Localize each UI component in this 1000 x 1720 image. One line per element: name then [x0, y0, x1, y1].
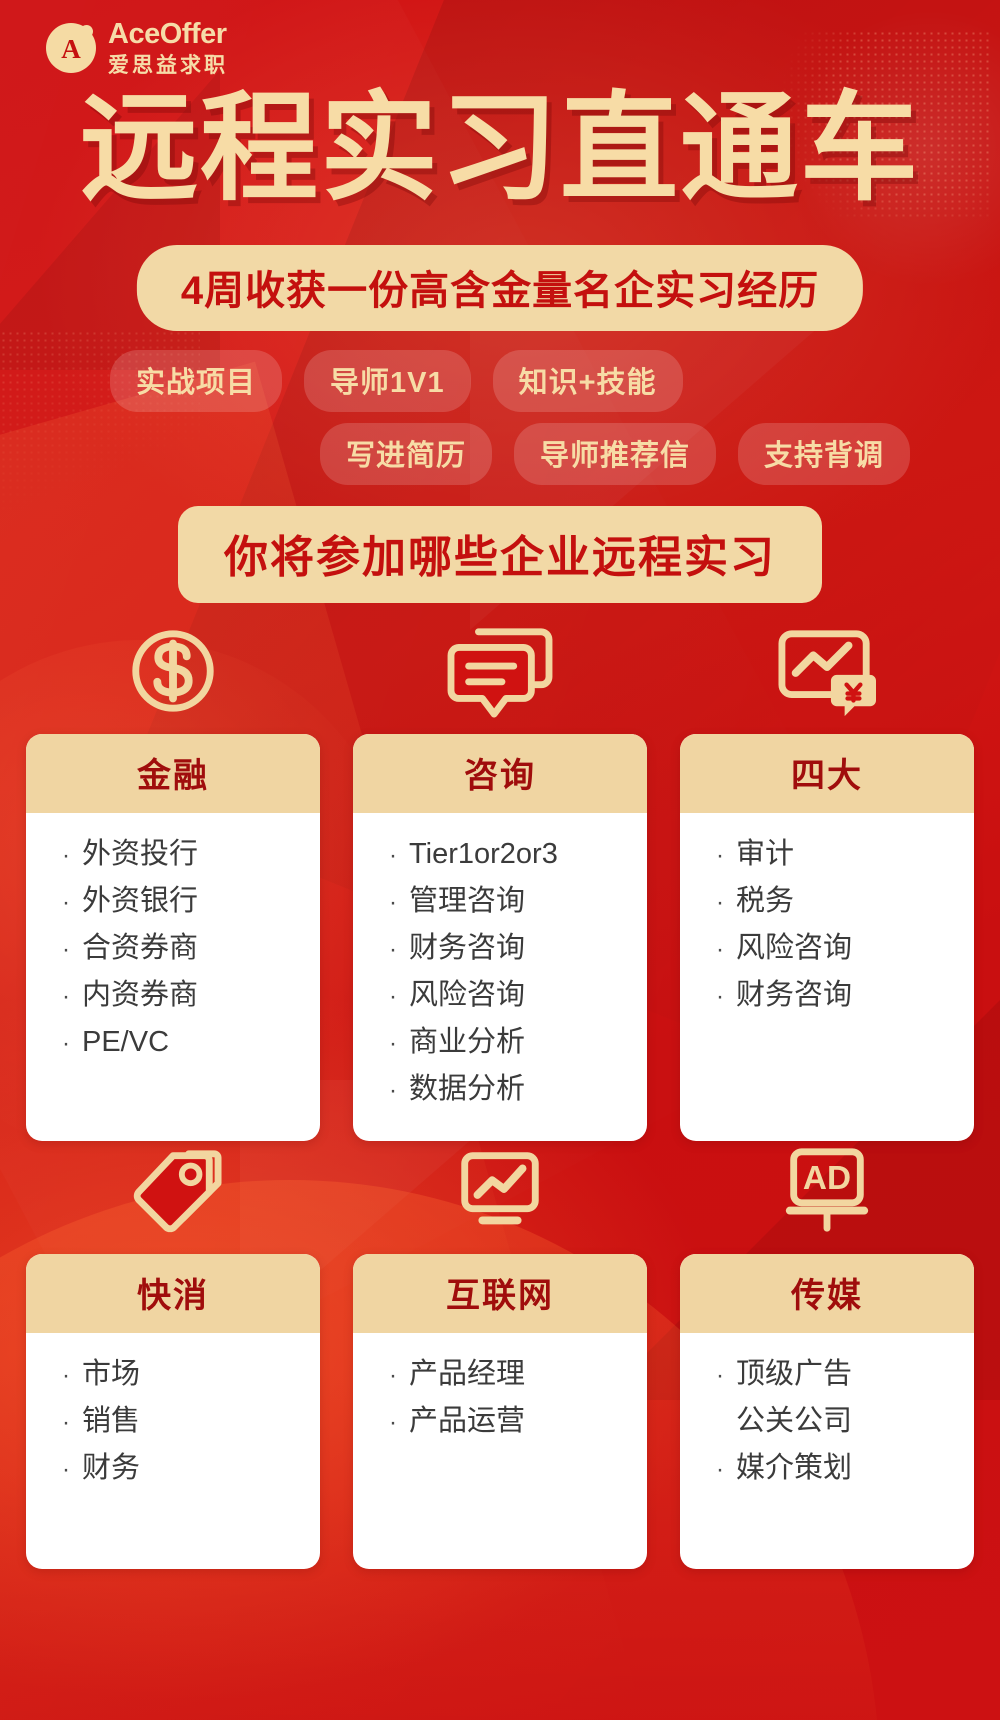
brand-name-en: AceOffer — [108, 18, 227, 50]
poster-root: A AceOffer 爱思益求职 远程实习直通车 4周收获一份高含金量名企实习经… — [0, 0, 1000, 1720]
card-title: 四大 — [680, 734, 974, 813]
card: 快消 · 市场 · 销售 · 财务 — [26, 1254, 320, 1569]
list-item-label: PE/VC — [82, 1026, 170, 1058]
list-item-label: 产品运营 — [409, 1405, 526, 1437]
list-item: · 内资券商 — [62, 979, 199, 1011]
svg-text:AD: AD — [803, 1160, 851, 1197]
list-item: · 外资银行 — [62, 885, 199, 917]
card: 金融 · 外资投行 · 外资银行 · 合资券商 · 内资券商 · PE/VC — [26, 734, 320, 1141]
list-item: · 财务咨询 — [716, 979, 853, 1011]
chart-screen-icon — [445, 1128, 555, 1240]
feature-tag: 导师推荐信 — [514, 423, 717, 485]
feature-tag-row-2: 写进简历 导师推荐信 支持背调 — [320, 423, 911, 485]
list-item-label: 管理咨询 — [409, 885, 526, 917]
list-item-label: 产品经理 — [409, 1358, 526, 1390]
list-item-label: 风险咨询 — [736, 932, 853, 964]
list-item-label: 合资券商 — [82, 932, 199, 964]
feature-tag: 支持背调 — [738, 423, 911, 485]
list-item-label: Tier1or2or3 — [409, 838, 558, 870]
list-item-label: 财务咨询 — [409, 932, 526, 964]
list-item-label: 外资银行 — [82, 885, 199, 917]
list-item: · Tier1or2or3 — [389, 838, 558, 870]
list-item: · 数据分析 — [389, 1073, 526, 1105]
list-item: · 财务 — [62, 1452, 141, 1484]
card: 咨询 · Tier1or2or3 · 管理咨询 · 财务咨询 · 风险咨询 · 商业分析 … — [353, 734, 647, 1141]
card: 传媒 ·顶级广告 ·公关公司 ·媒介策划 — [680, 1254, 974, 1569]
list-item: · 外资投行 — [62, 838, 199, 870]
list-item: · 商业分析 — [389, 1026, 526, 1058]
card: 四大 · 审计 · 税务 · 风险咨询 · 财务咨询 — [680, 734, 974, 1141]
card-title: 金融 — [26, 734, 320, 813]
brand-logo: A AceOffer 爱思益求职 — [46, 20, 228, 76]
list-item: · 产品经理 — [389, 1358, 526, 1390]
card-item-list: · Tier1or2or3 · 管理咨询 · 财务咨询 · 风险咨询 · 商业分析 · 数据… — [353, 813, 647, 1141]
industry-card-internet: 互联网 · 产品经理 · 产品运营 — [353, 1128, 647, 1569]
card-title: 互联网 — [353, 1254, 647, 1333]
dollar-coin-icon — [124, 608, 222, 720]
card-item-list: · 产品经理 · 产品运营 — [353, 1333, 647, 1569]
price-tag-icon — [118, 1128, 228, 1240]
list-item: · 管理咨询 — [389, 885, 526, 917]
card-item-list: · 市场 · 销售 · 财务 — [26, 1333, 320, 1569]
list-item: · 合资券商 — [62, 932, 199, 964]
list-item-label: 销售 — [82, 1405, 141, 1437]
list-item-label: 数据分析 — [409, 1073, 526, 1105]
brand-name-cn: 爱思益求职 — [108, 54, 228, 77]
list-item: ·公关公司 — [716, 1398, 974, 1445]
card-item-list: · 外资投行 · 外资银行 · 合资券商 · 内资券商 · PE/VC — [26, 813, 320, 1141]
card-title: 快消 — [26, 1254, 320, 1333]
list-item-label: 审计 — [736, 838, 795, 870]
list-item-label: 媒介策划 — [736, 1452, 853, 1484]
list-item: · 销售 — [62, 1405, 141, 1437]
industry-card-finance: 金融 · 外资投行 · 外资银行 · 合资券商 · 内资券商 · PE/VC — [26, 608, 320, 1141]
list-item-label: 外资投行 — [82, 838, 199, 870]
industry-card-media: AD 传媒 ·顶级广告 ·公关公司 ·媒介策划 — [680, 1128, 974, 1569]
list-item-label: 风险咨询 — [409, 979, 526, 1011]
list-item-label: 顶级广告 — [736, 1358, 853, 1390]
list-item: · 审计 — [716, 838, 795, 870]
industry-card-grid-top: 金融 · 外资投行 · 外资银行 · 合资券商 · 内资券商 · PE/VC 咨… — [26, 608, 974, 1141]
list-item-label: 市场 — [82, 1358, 141, 1390]
card-item-list: · 审计 · 税务 · 风险咨询 · 财务咨询 — [680, 813, 974, 1141]
list-item: · 财务咨询 — [389, 932, 526, 964]
list-item-label: 财务 — [82, 1452, 141, 1484]
page-title: 远程实习直通车 — [79, 83, 920, 215]
card-title: 传媒 — [680, 1254, 974, 1333]
card-item-list: ·顶级广告 ·公关公司 ·媒介策划 — [680, 1333, 974, 1569]
feature-tag: 知识+技能 — [492, 350, 683, 412]
feature-tag: 实战项目 — [110, 350, 283, 412]
list-item-label: 商业分析 — [409, 1026, 526, 1058]
chat-bubble-icon — [445, 608, 555, 720]
card-title: 咨询 — [353, 734, 647, 813]
list-item: · 税务 — [716, 885, 795, 917]
list-item-label: 公关公司 — [736, 1405, 853, 1437]
list-item: · 顶级广告 — [716, 1358, 853, 1390]
subtitle-banner: 4周收获一份高含金量名企实习经历 — [136, 245, 864, 331]
list-item: · 媒介策划 — [716, 1452, 853, 1484]
list-item: · PE/VC — [62, 1026, 170, 1058]
chart-yen-icon — [772, 608, 882, 720]
industry-card-consulting: 咨询 · Tier1or2or3 · 管理咨询 · 财务咨询 · 风险咨询 · 商业分析 … — [353, 608, 647, 1141]
list-item: · 风险咨询 — [389, 979, 526, 1011]
logo-mark-icon: A — [46, 23, 96, 73]
list-item: · 市场 — [62, 1358, 141, 1390]
section-header: 你将参加哪些企业远程实习 — [178, 506, 822, 603]
list-item-label: 财务咨询 — [736, 979, 853, 1011]
feature-tag-row-1: 实战项目 导师1V1 知识+技能 — [110, 350, 683, 412]
card: 互联网 · 产品经理 · 产品运营 — [353, 1254, 647, 1569]
industry-card-fmcg: 快消 · 市场 · 销售 · 财务 — [26, 1128, 320, 1569]
list-item-label: 内资券商 — [82, 979, 199, 1011]
list-item-label: 税务 — [736, 885, 795, 917]
logo-letter: A — [61, 33, 81, 64]
ad-board-icon: AD — [772, 1128, 882, 1240]
feature-tag: 写进简历 — [320, 423, 493, 485]
list-item: · 风险咨询 — [716, 932, 853, 964]
industry-card-grid-bottom: 快消 · 市场 · 销售 · 财务 互联网 · 产品经理 · 产品运营 AD 传… — [26, 1128, 974, 1569]
industry-card-big-four: 四大 · 审计 · 税务 · 风险咨询 · 财务咨询 — [680, 608, 974, 1141]
list-item: · 产品运营 — [389, 1405, 526, 1437]
feature-tag: 导师1V1 — [304, 350, 471, 412]
